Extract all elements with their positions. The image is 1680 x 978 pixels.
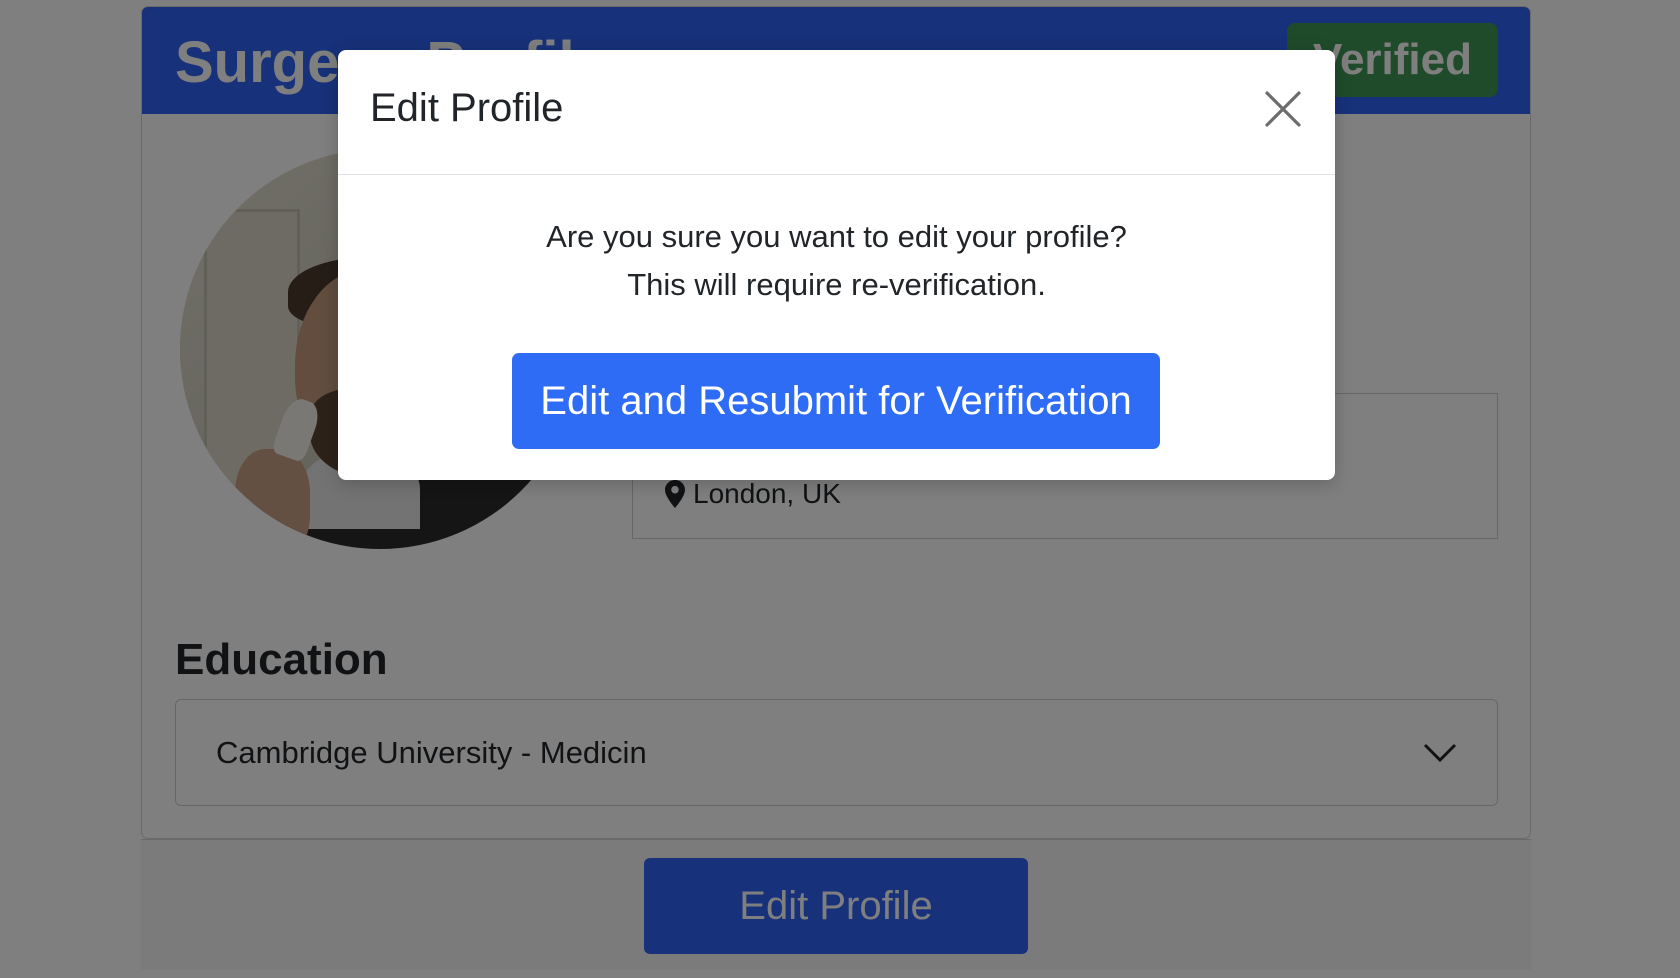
modal-message: Are you sure you want to edit your profi… — [338, 213, 1335, 309]
modal-message-line-1: Are you sure you want to edit your profi… — [546, 219, 1127, 254]
edit-profile-modal: Edit Profile Are you sure you want to ed… — [338, 50, 1335, 480]
close-button[interactable] — [1261, 87, 1305, 131]
page: Surgeon Profile Verified London, UK Educ… — [0, 0, 1680, 978]
modal-message-line-2: This will require re-verification. — [627, 267, 1046, 302]
modal-title: Edit Profile — [370, 86, 564, 130]
close-icon — [1265, 91, 1301, 127]
resubmit-for-verification-button[interactable]: Edit and Resubmit for Verification — [512, 353, 1160, 449]
modal-header: Edit Profile — [338, 50, 1335, 175]
